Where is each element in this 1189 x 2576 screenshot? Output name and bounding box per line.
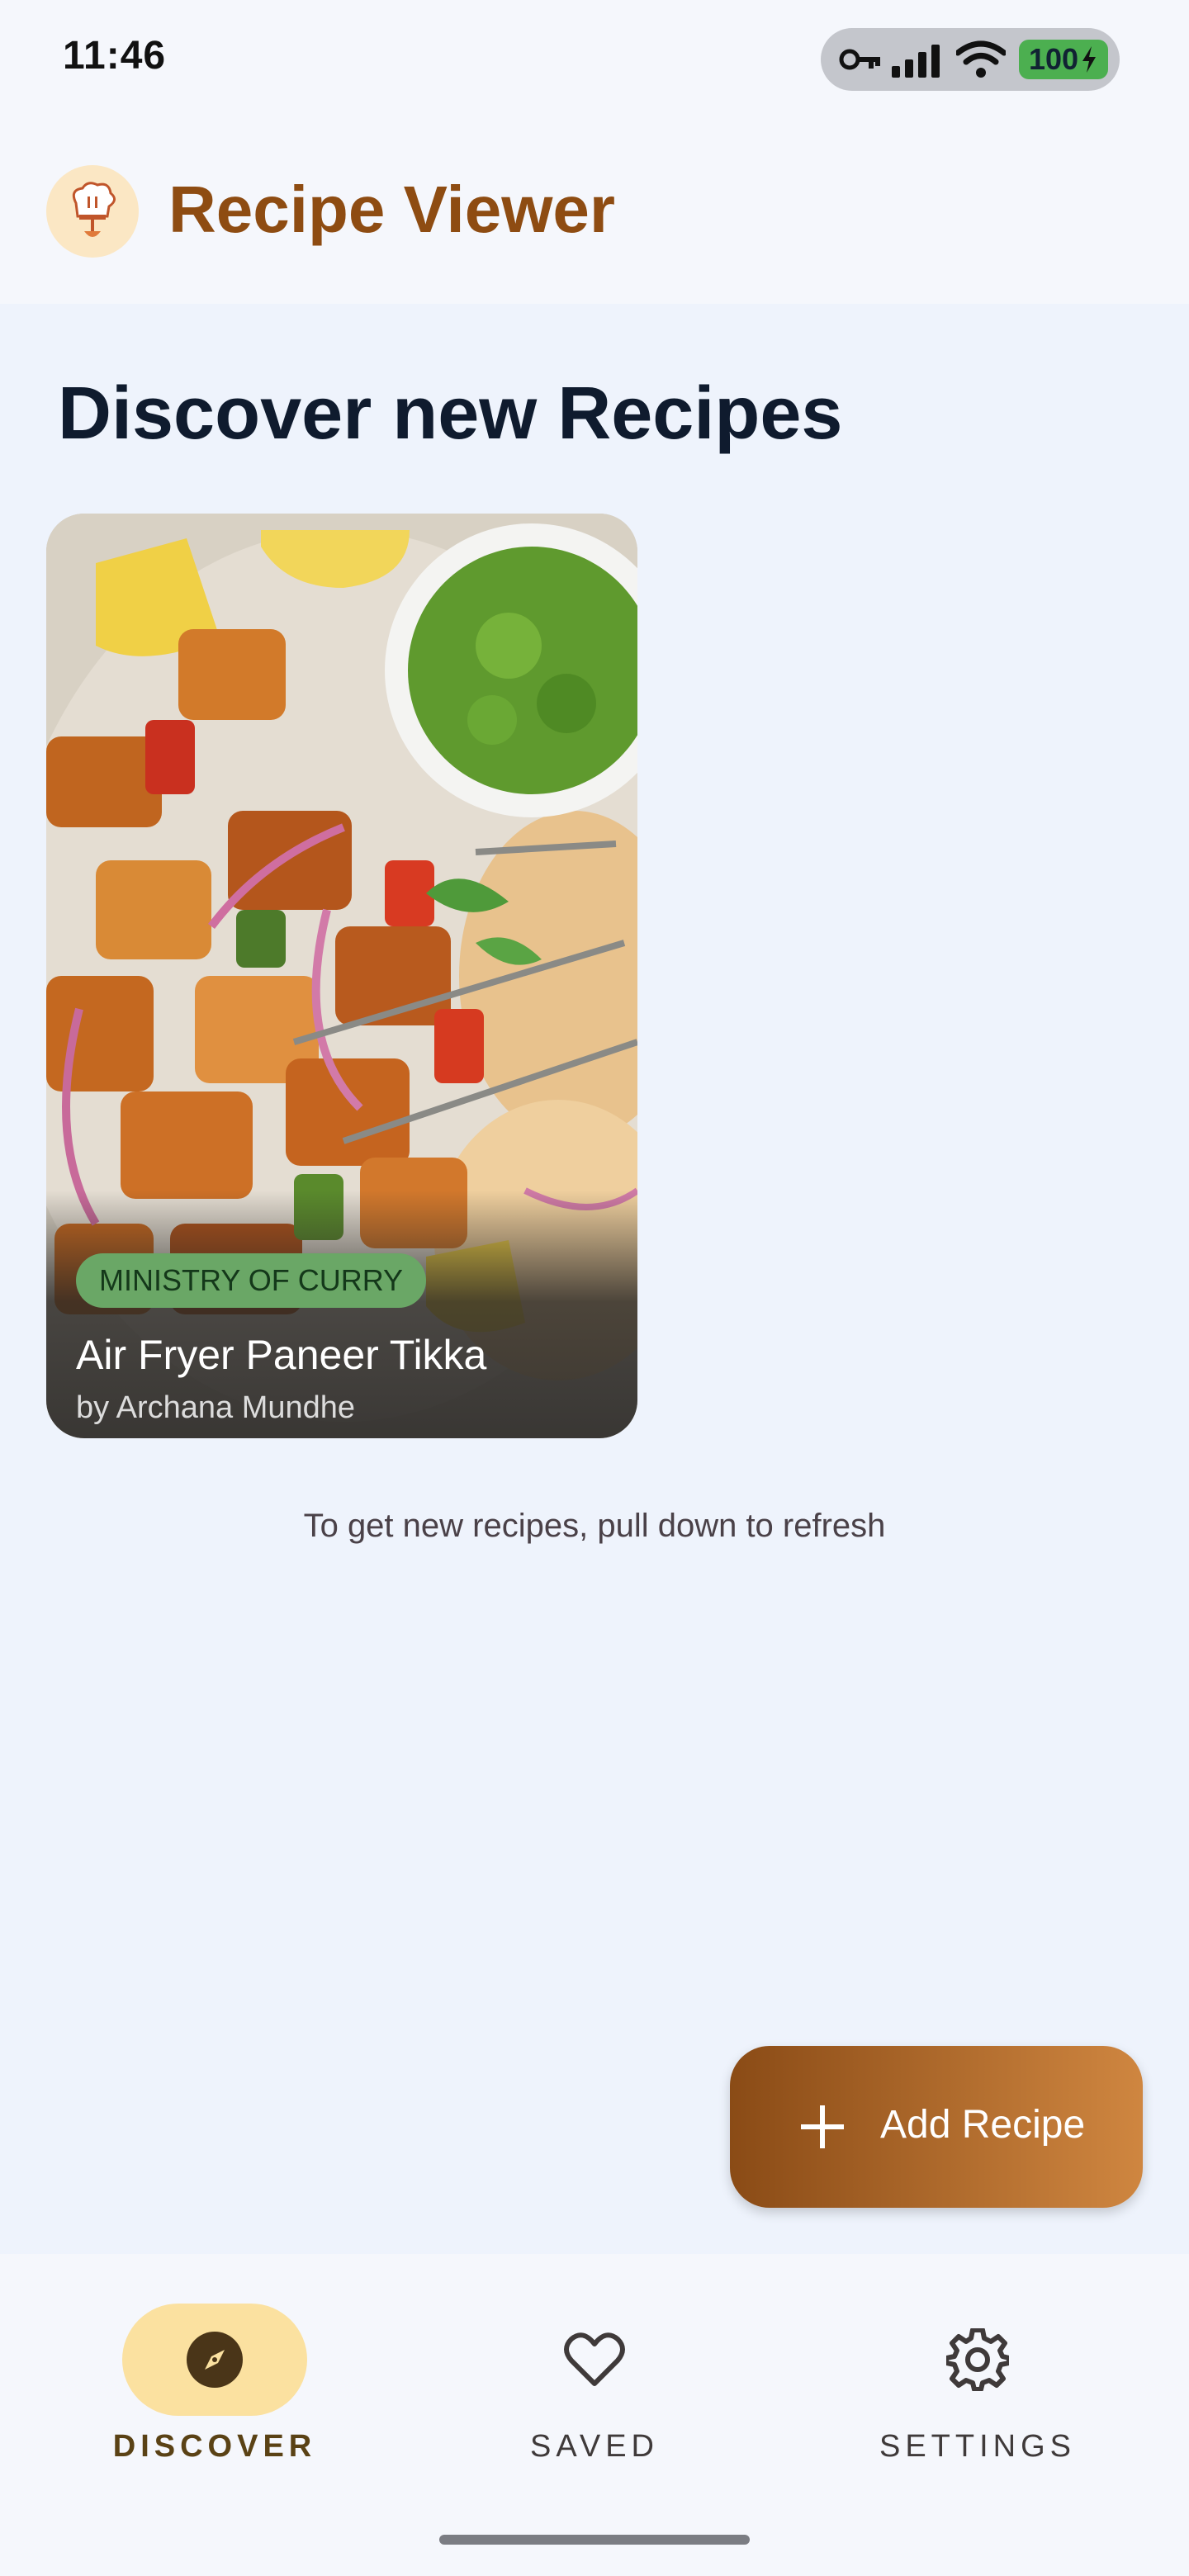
- bottom-navigation: DISCOVER SAVED SETTINGS: [0, 2254, 1189, 2576]
- gear-icon: [946, 2328, 1009, 2391]
- battery-indicator: 100: [1019, 40, 1108, 79]
- wifi-icon: [956, 40, 1006, 78]
- recipe-author: by Archana Mundhe: [76, 1390, 356, 1425]
- status-time: 11:46: [63, 34, 167, 78]
- home-indicator[interactable]: [439, 2535, 750, 2545]
- plus-icon: [801, 2105, 844, 2148]
- nav-indicator: [502, 2304, 687, 2416]
- cellular-signal-icon: [892, 45, 940, 78]
- nav-item-saved[interactable]: SAVED: [446, 2304, 743, 2465]
- nav-indicator: [122, 2304, 307, 2416]
- page-title: Discover new Recipes: [58, 372, 843, 455]
- chef-hat-icon: [46, 165, 139, 258]
- recipe-source-badge: MINISTRY OF CURRY: [76, 1253, 427, 1308]
- nav-indicator: [885, 2304, 1070, 2416]
- app-title: Recipe Viewer: [168, 173, 616, 246]
- recipe-title: Air Fryer Paneer Tikka: [76, 1332, 487, 1378]
- compass-icon: [187, 2332, 243, 2388]
- nav-label-settings: SETTINGS: [879, 2429, 1077, 2464]
- battery-level: 100: [1028, 42, 1079, 76]
- nav-label-discover: DISCOVER: [112, 2429, 317, 2464]
- nav-item-discover[interactable]: DISCOVER: [66, 2304, 363, 2465]
- status-bar: 11:46 100: [0, 0, 1189, 116]
- battery-charging-icon: [1082, 46, 1097, 73]
- nav-item-settings[interactable]: SETTINGS: [829, 2304, 1126, 2465]
- refresh-hint: To get new recipes, pull down to refresh: [303, 1508, 886, 1544]
- recipe-card[interactable]: MINISTRY OF CURRY Air Fryer Paneer Tikka…: [46, 514, 637, 1438]
- add-recipe-button[interactable]: Add Recipe: [730, 2046, 1143, 2208]
- heart-outline-icon: [564, 2332, 625, 2386]
- nav-label-saved: SAVED: [529, 2429, 659, 2464]
- vpn-key-icon: [839, 49, 880, 70]
- status-indicators: 100: [821, 28, 1120, 91]
- add-recipe-label: Add Recipe: [880, 2103, 1086, 2147]
- app-bar: Recipe Viewer: [0, 116, 1189, 304]
